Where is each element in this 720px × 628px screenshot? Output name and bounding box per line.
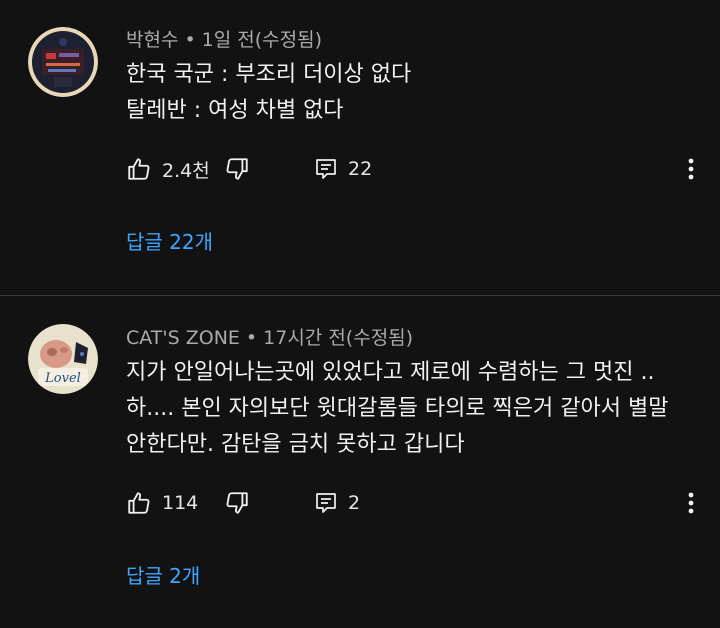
dislike-button[interactable] (224, 154, 250, 184)
view-replies-link[interactable]: 답글 22개 (126, 229, 213, 255)
reply-count: 22 (348, 158, 373, 180)
more-options-button[interactable] (676, 488, 706, 518)
avatar[interactable] (28, 27, 98, 97)
meta-separator: • (184, 29, 196, 51)
comment-meta: CAT'S ZONE • 17시간 전(수정됨) (126, 326, 413, 350)
comment-author[interactable]: CAT'S ZONE (126, 327, 240, 349)
comment-meta: 박현수 • 1일 전(수정됨) (126, 28, 322, 52)
like-button[interactable]: 2.4천 (126, 154, 210, 184)
avatar-lettering: Lovel (44, 371, 81, 386)
comment-actions: 114 2 (126, 488, 706, 518)
comment-text: 한국 국군 : 부조리 더이상 없다 탈레반 : 여성 차별 없다 (126, 57, 706, 129)
comment-thread: 박현수 • 1일 전(수정됨) 한국 국군 : 부조리 더이상 없다 탈레반 : 여… (0, 0, 720, 295)
thumbs-up-icon (128, 158, 150, 180)
comment-text: 지가 안일어나는곳에 있었다고 제로에 수렴하는 그 멋진 .. 하.... 본… (126, 355, 706, 463)
avatar[interactable]: Lovel (28, 324, 98, 394)
thumbs-down-icon (226, 158, 248, 180)
comment-time: 17시간 전(수정됨) (263, 327, 414, 349)
thumbs-up-icon (128, 492, 150, 514)
comment-line: 한국 국군 : 부조리 더이상 없다 (126, 62, 412, 87)
meta-separator: • (245, 327, 258, 349)
reply-button[interactable]: 22 (314, 154, 372, 184)
comment-line: 하.... 본인 자의보단 윗대갈롬들 타의로 찍은거 같아서 별말 (126, 396, 669, 421)
like-count: 114 (162, 492, 199, 514)
dislike-button[interactable] (224, 488, 250, 518)
like-button[interactable]: 114 (126, 488, 198, 518)
thumbs-down-icon (226, 492, 248, 514)
comment-line: 지가 안일어나는곳에 있었다고 제로에 수렴하는 그 멋진 .. (126, 360, 655, 385)
comment-line: 안한다만. 감탄을 금치 못하고 갑니다 (126, 432, 465, 457)
comment-line: 탈레반 : 여성 차별 없다 (126, 98, 344, 123)
comment-author[interactable]: 박현수 (126, 29, 178, 51)
comment-thread: Lovel CAT'S ZONE • 17시간 전(수정됨) 지가 안일어나는곳에 … (0, 296, 720, 628)
like-count: 2.4천 (162, 159, 210, 182)
more-options-button[interactable] (676, 154, 706, 184)
comment-time: 1일 전(수정됨) (201, 29, 323, 51)
view-replies-link[interactable]: 답글 2개 (126, 563, 200, 589)
comment-actions: 2.4천 22 (126, 154, 706, 184)
comment-icon (316, 493, 336, 513)
more-vertical-icon (688, 492, 694, 514)
reply-count: 2 (348, 492, 361, 514)
more-vertical-icon (688, 158, 694, 180)
comment-icon (316, 159, 336, 179)
reply-button[interactable]: 2 (314, 488, 360, 518)
